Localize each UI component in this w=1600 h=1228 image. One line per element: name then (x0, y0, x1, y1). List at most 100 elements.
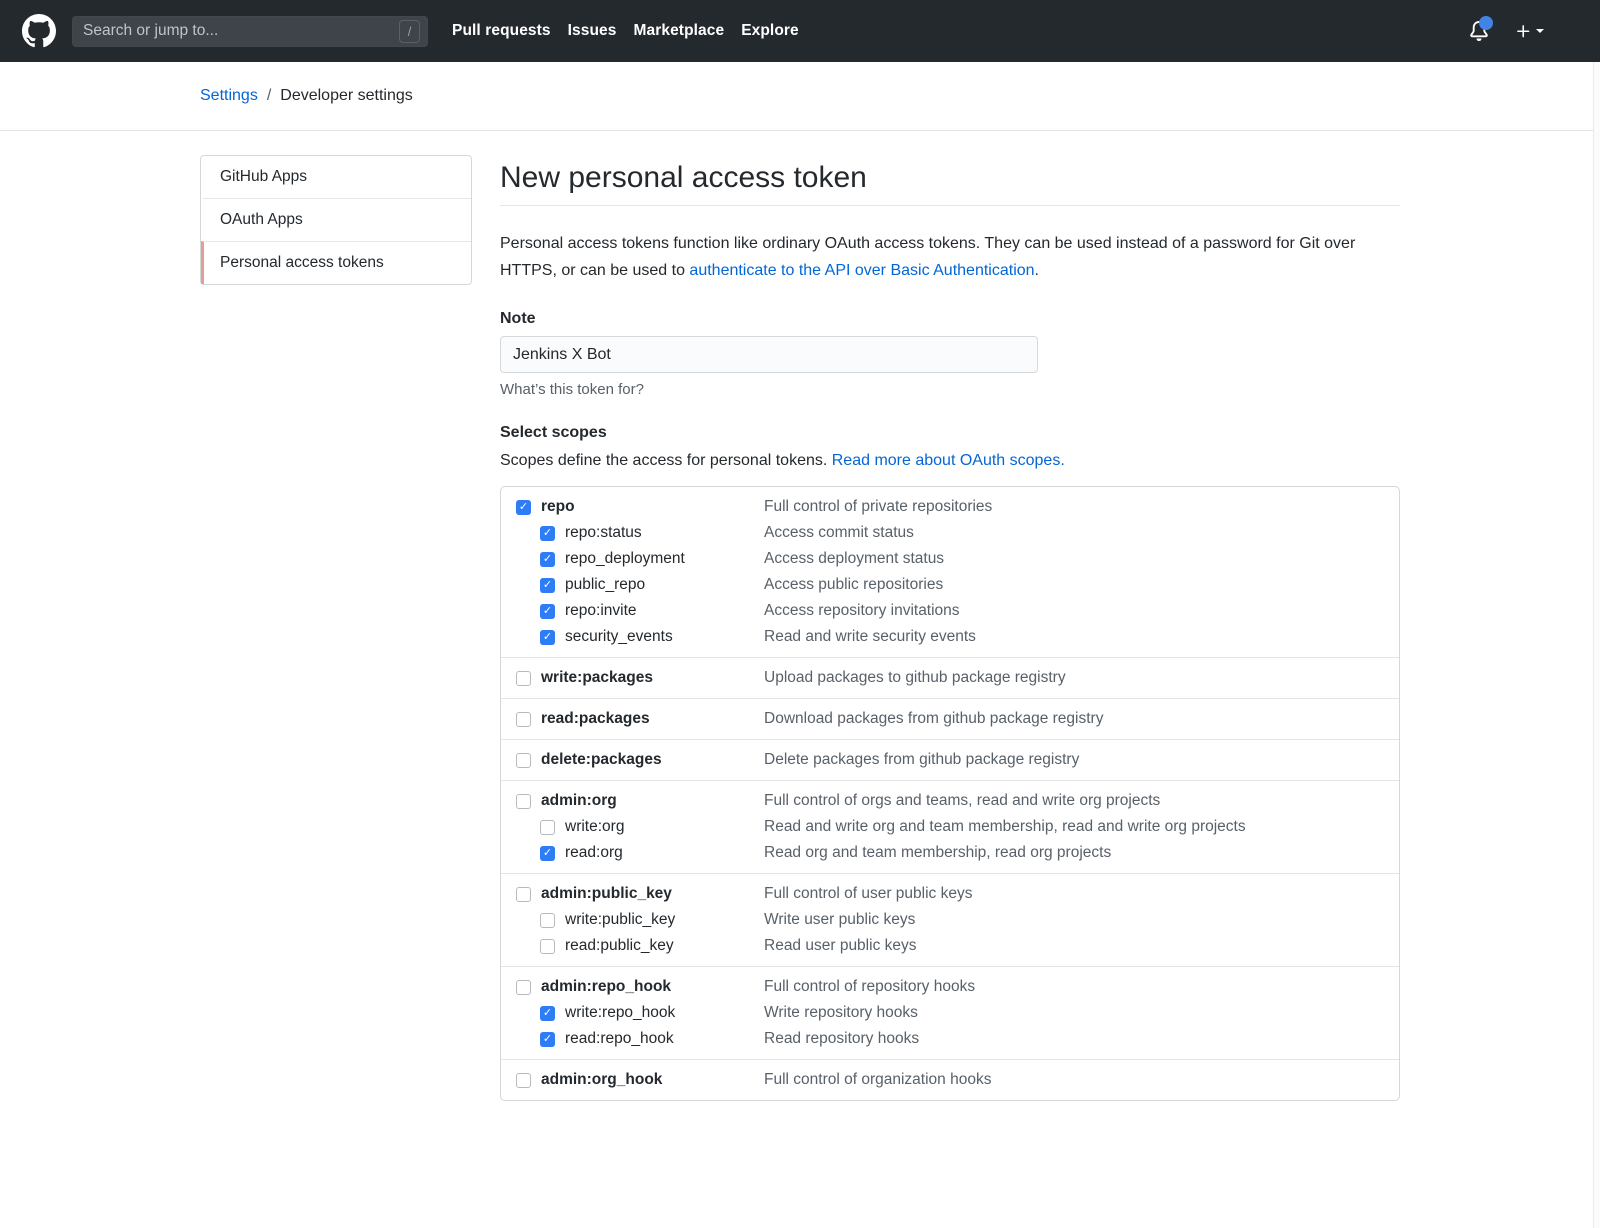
nav-item-marketplace[interactable]: Marketplace (634, 22, 725, 40)
checked-checkbox-write-repo-hook[interactable]: ✓ (540, 1006, 555, 1021)
oauth-scopes-link[interactable]: Read more about OAuth scopes. (832, 452, 1065, 469)
nav-item-issues[interactable]: Issues (568, 22, 617, 40)
checked-checkbox-read-repo-hook[interactable]: ✓ (540, 1032, 555, 1047)
top-header: / Pull requests Issues Marketplace Explore (0, 0, 1600, 62)
vertical-scrollbar[interactable] (1593, 62, 1600, 1228)
scope-left-cell: write:org (516, 818, 764, 836)
scope-description: Delete packages from github package regi… (764, 751, 1079, 769)
scope-left-cell: ✓ security_events (516, 628, 764, 646)
scope-left-cell: ✓repo_deployment (516, 550, 764, 568)
sidebar-item-github-apps[interactable]: GitHub Apps (201, 156, 471, 198)
checked-checkbox-read-org[interactable]: ✓ (540, 846, 555, 861)
scope-row-admin-org: admin:org Full control of orgs and teams,… (516, 788, 1384, 814)
scope-description: Full control of orgs and teams, read and… (764, 792, 1160, 810)
scope-name: write:packages (541, 669, 653, 687)
scope-row-admin-public-key: admin:public_key Full control of user pub… (516, 881, 1384, 907)
scope-row-admin-org-hook: admin:org_hookFull control of organizati… (516, 1067, 1384, 1093)
checked-checkbox-security-events[interactable]: ✓ (540, 630, 555, 645)
scope-row-write-org: write:orgRead and write org and team mem… (516, 814, 1384, 840)
scope-description: Full control of private repositories (764, 498, 992, 516)
scope-description: Read repository hooks (764, 1030, 919, 1048)
scope-left-cell: write:packages (516, 669, 764, 687)
scope-left-cell: read:packages (516, 710, 764, 728)
scope-name: admin:repo_hook (541, 978, 671, 996)
breadcrumb: Settings / Developer settings (200, 87, 1400, 105)
breadcrumb-settings-link[interactable]: Settings (200, 87, 258, 105)
scope-left-cell: ✓ read:org (516, 844, 764, 862)
scope-group: admin:repo_hookFull control of repositor… (501, 966, 1399, 1059)
unchecked-checkbox-admin-org-hook[interactable] (516, 1073, 531, 1088)
create-new-button[interactable] (1515, 23, 1544, 40)
select-scopes-heading: Select scopes (500, 424, 1400, 442)
scope-name: read:repo_hook (565, 1030, 674, 1048)
scope-row-repo-status: ✓repo:statusAccess commit status (516, 520, 1384, 546)
scope-left-cell: ✓repo (516, 498, 764, 516)
search-input[interactable] (83, 22, 399, 40)
unchecked-checkbox-admin-public-key[interactable] (516, 887, 531, 902)
scope-name: admin:org (541, 792, 617, 810)
scope-left-cell: admin:public_key (516, 885, 764, 903)
scope-name: read:packages (541, 710, 650, 728)
unchecked-checkbox-admin-repo-hook[interactable] (516, 980, 531, 995)
note-help-text: What’s this token for? (500, 381, 1400, 398)
github-octocat-logo-icon[interactable] (22, 14, 56, 48)
scope-group: admin:org_hookFull control of organizati… (501, 1059, 1399, 1100)
sidebar-item-oauth-apps[interactable]: OAuth Apps (201, 198, 471, 241)
nav-item-pull-requests[interactable]: Pull requests (452, 22, 551, 40)
unchecked-checkbox-delete-packages[interactable] (516, 753, 531, 768)
scope-name: delete:packages (541, 751, 662, 769)
notification-dot (1479, 16, 1493, 30)
scopes-list: ✓repoFull control of private repositorie… (500, 486, 1400, 1101)
scope-name: read:org (565, 844, 623, 862)
checked-checkbox-repo-deployment[interactable]: ✓ (540, 552, 555, 567)
unchecked-checkbox-write-packages[interactable] (516, 671, 531, 686)
scope-row-delete-packages: delete:packages Delete packages from gith… (516, 747, 1384, 773)
basic-auth-link[interactable]: authenticate to the API over Basic Authe… (689, 262, 1034, 279)
scope-name: write:public_key (565, 911, 675, 929)
scope-name: admin:public_key (541, 885, 672, 903)
search-box: / (72, 16, 428, 47)
scope-row-read-public-key: read:public_keyRead user public keys (516, 933, 1384, 959)
scope-row-security-events: ✓security_eventsRead and write security … (516, 624, 1384, 650)
breadcrumb-separator: / (267, 87, 271, 105)
checked-checkbox-repo-status[interactable]: ✓ (540, 526, 555, 541)
scope-name: write:repo_hook (565, 1004, 675, 1022)
unchecked-checkbox-read-packages[interactable] (516, 712, 531, 727)
scope-left-cell: read:public_key (516, 937, 764, 955)
scope-description: Full control of organization hooks (764, 1071, 991, 1089)
scope-name: write:org (565, 818, 624, 836)
page-title: New personal access token (500, 155, 1400, 206)
scope-name: public_repo (565, 576, 645, 594)
scope-group: delete:packages Delete packages from gith… (501, 739, 1399, 780)
scope-left-cell: admin:org (516, 792, 764, 810)
scope-name: security_events (565, 628, 673, 646)
unchecked-checkbox-read-public-key[interactable] (540, 939, 555, 954)
note-input[interactable] (500, 336, 1038, 373)
note-label: Note (500, 310, 1400, 328)
nav-item-explore[interactable]: Explore (741, 22, 799, 40)
scope-row-write-repo-hook: ✓ write:repo_hook Write repository hooks (516, 1000, 1384, 1026)
scope-name: repo:status (565, 524, 642, 542)
scope-left-cell: ✓ public_repo (516, 576, 764, 594)
developer-settings-sidebar: GitHub AppsOAuth AppsPersonal access tok… (200, 155, 472, 285)
scope-left-cell: delete:packages (516, 751, 764, 769)
content-container: GitHub AppsOAuth AppsPersonal access tok… (200, 155, 1400, 1101)
scopes-description-text: Scopes define the access for personal to… (500, 452, 832, 469)
scope-name: read:public_key (565, 937, 674, 955)
unchecked-checkbox-write-org[interactable] (540, 820, 555, 835)
checked-checkbox-public-repo[interactable]: ✓ (540, 578, 555, 593)
caret-down-icon (1536, 29, 1544, 33)
checked-checkbox-repo[interactable]: ✓ (516, 500, 531, 515)
scope-description: Full control of user public keys (764, 885, 972, 903)
unchecked-checkbox-write-public-key[interactable] (540, 913, 555, 928)
intro-paragraph: Personal access tokens function like ord… (500, 231, 1400, 284)
scope-group: ✓repoFull control of private repositorie… (501, 487, 1399, 657)
checked-checkbox-repo-invite[interactable]: ✓ (540, 604, 555, 619)
scope-description: Write repository hooks (764, 1004, 918, 1022)
scope-left-cell: admin:repo_hook (516, 978, 764, 996)
scope-left-cell: write:public_key (516, 911, 764, 929)
unchecked-checkbox-admin-org[interactable] (516, 794, 531, 809)
sidebar-item-personal-access-tokens[interactable]: Personal access tokens (201, 241, 471, 284)
scope-description: Access deployment status (764, 550, 944, 568)
notifications-button[interactable] (1469, 21, 1489, 41)
